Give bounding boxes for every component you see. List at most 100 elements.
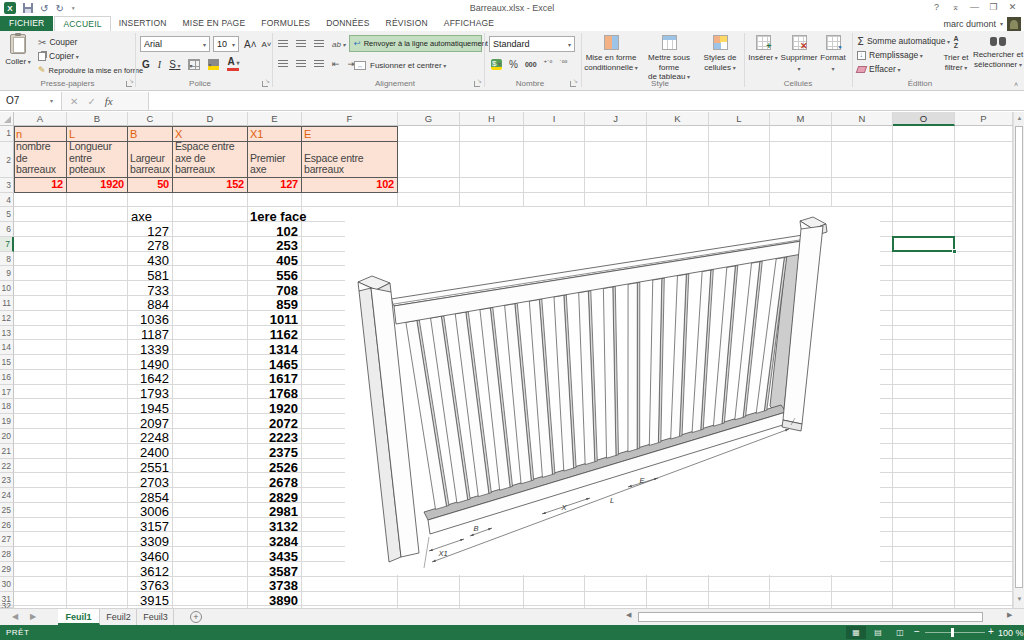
row-header-28[interactable]: 28 (0, 547, 14, 562)
zoom-slider-thumb[interactable] (951, 628, 954, 637)
cell-C17[interactable]: 1793 (128, 387, 169, 400)
cell-C19[interactable]: 2097 (128, 417, 169, 430)
horizontal-scrollbar[interactable] (636, 611, 1004, 624)
cell-C5[interactable]: axe (131, 210, 170, 223)
cell-E6[interactable]: 102 (248, 225, 298, 238)
format-as-table-button[interactable]: Mettre sous formede tableau (638, 35, 700, 83)
ribbon-tab-accueil[interactable]: ACCUEIL (54, 16, 110, 31)
cell-E19[interactable]: 2072 (248, 417, 298, 430)
fill-handle[interactable] (952, 249, 957, 254)
row-header-16[interactable]: 16 (0, 370, 14, 385)
percent-icon[interactable]: % (509, 59, 518, 70)
sheet-tab-feuil2[interactable]: Feuil2 (101, 609, 137, 625)
bold-button[interactable]: G (142, 59, 150, 70)
cell-E31[interactable]: 3890 (248, 594, 298, 607)
thousands-icon[interactable]: 000 (525, 61, 537, 68)
enter-icon[interactable]: ✓ (87, 96, 95, 107)
user-account[interactable]: marc dumont ▾ (943, 16, 1021, 31)
delete-cells-button[interactable]: ✕ Supprimer (780, 35, 818, 74)
wrap-text-button[interactable]: ↩ Renvoyer à la ligne automatiquement (349, 35, 482, 52)
ribbon-tab-mise-en-page[interactable]: MISE EN PAGE (175, 16, 254, 31)
cell-C18[interactable]: 1945 (128, 402, 169, 415)
row-header-9[interactable]: 9 (0, 266, 14, 281)
align-middle-icon[interactable] (296, 40, 306, 48)
cell-A2[interactable]: nombre de barreaux (14, 142, 67, 178)
excel-app-icon[interactable]: X (4, 2, 16, 14)
cell-C3[interactable]: 50 (128, 178, 173, 193)
cell-E29[interactable]: 3587 (248, 565, 298, 578)
cell-E14[interactable]: 1314 (248, 343, 298, 356)
sheet-tab-feuil1[interactable]: Feuil1 (58, 609, 100, 625)
cell-E7[interactable]: 253 (248, 239, 298, 252)
column-header-N[interactable]: N (832, 112, 893, 126)
copy-button[interactable]: Copier (38, 50, 79, 62)
cell-C6[interactable]: 127 (128, 225, 169, 238)
cell-C23[interactable]: 2703 (128, 476, 169, 489)
cell-F2[interactable]: Espace entre barreaux (302, 142, 398, 178)
number-dialog-launcher[interactable] (570, 81, 576, 87)
column-header-I[interactable]: I (524, 112, 585, 126)
column-header-E[interactable]: E (248, 112, 302, 126)
insert-function-icon[interactable]: fx (105, 95, 113, 107)
close-icon[interactable]: ✕ (1003, 1, 1022, 14)
row-header-27[interactable]: 27 (0, 532, 14, 547)
zoom-out-icon[interactable]: − (914, 626, 920, 637)
row-header-26[interactable]: 26 (0, 518, 14, 533)
cell-E24[interactable]: 2829 (248, 491, 298, 504)
cell-C7[interactable]: 278 (128, 239, 169, 252)
row-header-2[interactable]: 2 (0, 142, 14, 178)
row-header-10[interactable]: 10 (0, 281, 14, 296)
cell-E10[interactable]: 708 (248, 284, 298, 297)
cut-button[interactable]: ✂ Couper (38, 36, 77, 48)
row-header-11[interactable]: 11 (0, 296, 14, 311)
fill-button[interactable]: Remplissage (857, 49, 923, 61)
row-header-20[interactable]: 20 (0, 429, 14, 444)
align-top-icon[interactable] (278, 40, 288, 48)
sheet-tab-feuil3[interactable]: Feuil3 (138, 609, 174, 625)
cell-D3[interactable]: 152 (173, 178, 248, 193)
cell-C2[interactable]: Largeur barreaux (128, 142, 173, 178)
selected-cell[interactable] (892, 236, 955, 252)
cell-C31[interactable]: 3915 (128, 594, 169, 607)
formula-input[interactable] (148, 92, 1024, 110)
cell-C20[interactable]: 2248 (128, 431, 169, 444)
cell-E11[interactable]: 859 (248, 298, 298, 311)
redo-icon[interactable]: ↻ (55, 3, 63, 14)
insert-cells-button[interactable]: + Insérer (748, 35, 778, 64)
zoom-in-icon[interactable]: + (988, 626, 994, 637)
column-header-C[interactable]: C (128, 112, 173, 126)
align-left-icon[interactable] (278, 60, 288, 68)
cell-C28[interactable]: 3460 (128, 550, 169, 563)
merge-center-button[interactable]: ↔ Fusionner et centrer (351, 57, 449, 73)
row-header-25[interactable]: 25 (0, 503, 14, 518)
cell-C25[interactable]: 3006 (128, 505, 169, 518)
restore-icon[interactable]: ❐ (984, 1, 1003, 14)
row-header-12[interactable]: 12 (0, 311, 14, 326)
column-header-L[interactable]: L (709, 112, 770, 126)
column-header-G[interactable]: G (398, 112, 460, 126)
row-header-4[interactable]: 4 (0, 193, 14, 208)
row-header-3[interactable]: 3 (0, 178, 14, 193)
cell-C24[interactable]: 2854 (128, 491, 169, 504)
row-header-30[interactable]: 30 (0, 577, 14, 592)
row-header-22[interactable]: 22 (0, 459, 14, 474)
cell-styles-button[interactable]: Styles decellules (700, 35, 740, 73)
column-header-H[interactable]: H (460, 112, 524, 126)
row-header-19[interactable]: 19 (0, 414, 14, 429)
row-header-5[interactable]: 5 (0, 207, 14, 222)
scroll-up-icon[interactable]: ▲ (1014, 115, 1024, 121)
fill-color-icon[interactable] (208, 59, 219, 70)
font-color-icon[interactable]: A (227, 57, 239, 71)
row-header-24[interactable]: 24 (0, 488, 14, 503)
sheet-nav-prev-icon[interactable]: ◀ (12, 609, 18, 625)
column-header-B[interactable]: B (67, 112, 128, 126)
row-header-7[interactable]: 7 (0, 237, 14, 252)
cell-C1[interactable]: B (128, 126, 173, 142)
cell-C27[interactable]: 3309 (128, 535, 169, 548)
row-header-15[interactable]: 15 (0, 355, 14, 370)
clear-button[interactable]: Effacer (857, 63, 900, 75)
cell-C30[interactable]: 3763 (128, 579, 169, 592)
grow-font-icon[interactable]: A˄ (244, 39, 257, 50)
cell-C16[interactable]: 1642 (128, 372, 169, 385)
cell-C21[interactable]: 2400 (128, 446, 169, 459)
